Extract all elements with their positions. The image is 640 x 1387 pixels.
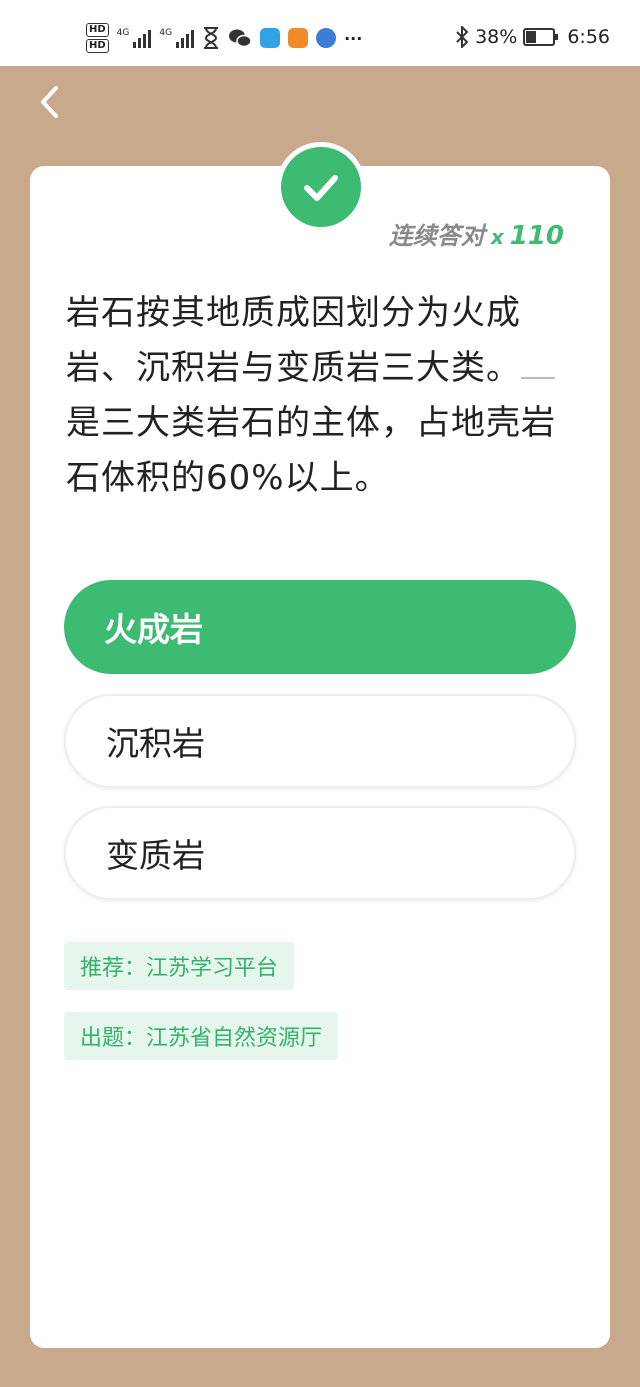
answer-blank [521, 343, 555, 379]
question-card: 连续答对 x 110 岩石按其地质成因划分为火成岩、沉积岩与变质岩三大类。是三大类岩… [30, 142, 610, 1348]
option-2[interactable]: 沉积岩 [64, 694, 576, 788]
battery-icon [523, 28, 559, 46]
correct-badge [276, 142, 366, 232]
signal-1-icon: 4G [117, 28, 152, 48]
play-app-icon [288, 28, 309, 48]
hd2-icon: HD [86, 39, 109, 53]
wechat-icon [229, 29, 252, 48]
network-type-1: 4G [116, 28, 130, 38]
chevron-left-icon [41, 86, 58, 118]
network-type-2: 4G [159, 28, 173, 38]
streak-count: 110 [509, 221, 564, 251]
question-part-2: 是三大类岩石的主体，占地壳岩石体积的60%以上。 [66, 403, 556, 498]
recommend-text: 推荐：江苏学习平台 [80, 956, 279, 981]
more-notifications-icon: ··· [344, 28, 363, 48]
option-1-label: 火成岩 [104, 610, 203, 649]
source-tag: 出题：江苏省自然资源厅 [64, 1012, 339, 1060]
bluetooth-icon [456, 26, 469, 48]
battery-level-fill [526, 31, 537, 43]
status-bar-right: 38% 6:56 [455, 26, 610, 48]
clock: 6:56 [567, 26, 610, 48]
battery-percent: 38% [475, 26, 518, 48]
lightbulb-app-icon [260, 28, 281, 48]
option-1-correct[interactable]: 火成岩 [64, 580, 576, 674]
option-2-label: 沉积岩 [106, 724, 205, 763]
source-text: 出题：江苏省自然资源厅 [80, 1026, 323, 1051]
question-text: 岩石按其地质成因划分为火成岩、沉积岩与变质岩三大类。是三大类岩石的主体，占地壳岩… [66, 286, 581, 506]
hd1-icon: HD [86, 23, 109, 37]
check-icon [304, 175, 338, 201]
streak-counter: 连续答对 x 110 [389, 216, 564, 251]
question-part-1: 岩石按其地质成因划分为火成岩、沉积岩与变质岩三大类。 [66, 293, 521, 388]
globe-app-icon [316, 28, 337, 48]
hourglass-icon [204, 27, 219, 49]
option-3-label: 变质岩 [106, 836, 205, 875]
option-3[interactable]: 变质岩 [64, 806, 576, 900]
status-bar-left: HD HD 4G 4G ··· [86, 18, 362, 58]
hd-indicator: HD HD [86, 23, 109, 53]
recommend-tag: 推荐：江苏学习平台 [64, 942, 295, 990]
status-bar: HD HD 4G 4G ··· 38% 6:56 [0, 0, 640, 66]
streak-multiplier: x [490, 225, 504, 249]
streak-label: 连续答对 [388, 222, 485, 250]
signal-2-icon: 4G [159, 28, 195, 48]
back-button[interactable] [32, 82, 72, 122]
app-content: 连续答对 x 110 岩石按其地质成因划分为火成岩、沉积岩与变质岩三大类。是三大类岩… [0, 66, 640, 1387]
